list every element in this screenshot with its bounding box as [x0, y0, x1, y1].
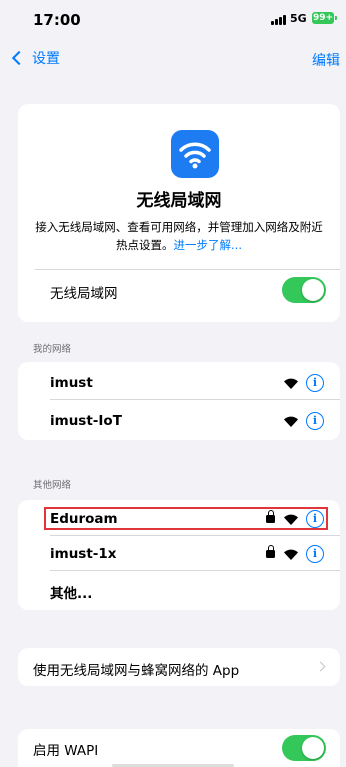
network-row-imust-1x[interactable]: imust-1x i	[18, 537, 340, 571]
divider	[35, 269, 340, 270]
divider	[50, 570, 340, 571]
battery-icon: 99+	[312, 12, 337, 24]
my-networks-header: 我的网络	[33, 344, 72, 355]
chevron-right-icon	[315, 661, 326, 672]
learn-more-link[interactable]: 进一步了解...	[174, 238, 242, 252]
network-row-imust-iot[interactable]: imust-IoT i	[18, 404, 340, 438]
network-name: imust	[50, 375, 93, 391]
other-network-label: 其他...	[50, 586, 93, 602]
wifi-app-icon	[171, 130, 219, 178]
back-button[interactable]: 设置	[8, 48, 60, 68]
chevron-left-icon	[11, 50, 27, 66]
highlight-box	[44, 507, 328, 530]
wifi-header-card: 无线局域网 接入无线局域网、查看可用网络，并管理加入网络及附近热点设置。进一步了…	[18, 104, 340, 322]
wapi-label: 启用 WAPI	[33, 743, 99, 759]
wifi-toggle[interactable]	[282, 277, 326, 303]
edit-button[interactable]: 编辑	[312, 50, 340, 70]
divider	[50, 535, 340, 536]
page-title: 无线局域网	[136, 191, 222, 211]
apps-using-wifi-row[interactable]: 使用无线局域网与蜂窝网络的 App	[18, 648, 340, 686]
network-name: imust-IoT	[50, 413, 122, 429]
apps-using-wifi-label: 使用无线局域网与蜂窝网络的 App	[33, 663, 240, 679]
cellular-signal-icon	[271, 15, 287, 25]
status-bar: 17:00 5G 99+	[0, 0, 346, 40]
lock-icon	[266, 545, 275, 558]
status-time: 17:00	[33, 11, 81, 29]
info-icon[interactable]: i	[306, 545, 324, 563]
navigation-bar: 设置 编辑	[0, 44, 346, 74]
my-networks-list: imust i imust-IoT i	[18, 362, 340, 440]
wapi-row: 启用 WAPI	[18, 729, 340, 767]
info-icon[interactable]: i	[306, 412, 324, 430]
back-label: 设置	[32, 51, 60, 67]
network-row-imust[interactable]: imust i	[18, 366, 340, 400]
wifi-description: 接入无线局域网、查看可用网络，并管理加入网络及附近热点设置。进一步了解...	[34, 218, 324, 254]
network-name: imust-1x	[50, 546, 117, 562]
wifi-signal-icon	[284, 416, 298, 427]
divider	[50, 399, 340, 400]
other-networks-header: 其他网络	[33, 480, 72, 491]
wapi-toggle[interactable]	[282, 735, 326, 761]
wifi-toggle-label: 无线局域网	[50, 286, 118, 302]
other-network-row[interactable]: 其他...	[18, 573, 340, 607]
network-type: 5G	[290, 12, 307, 25]
wifi-signal-icon	[284, 549, 298, 560]
wifi-signal-icon	[284, 378, 298, 389]
info-icon[interactable]: i	[306, 374, 324, 392]
